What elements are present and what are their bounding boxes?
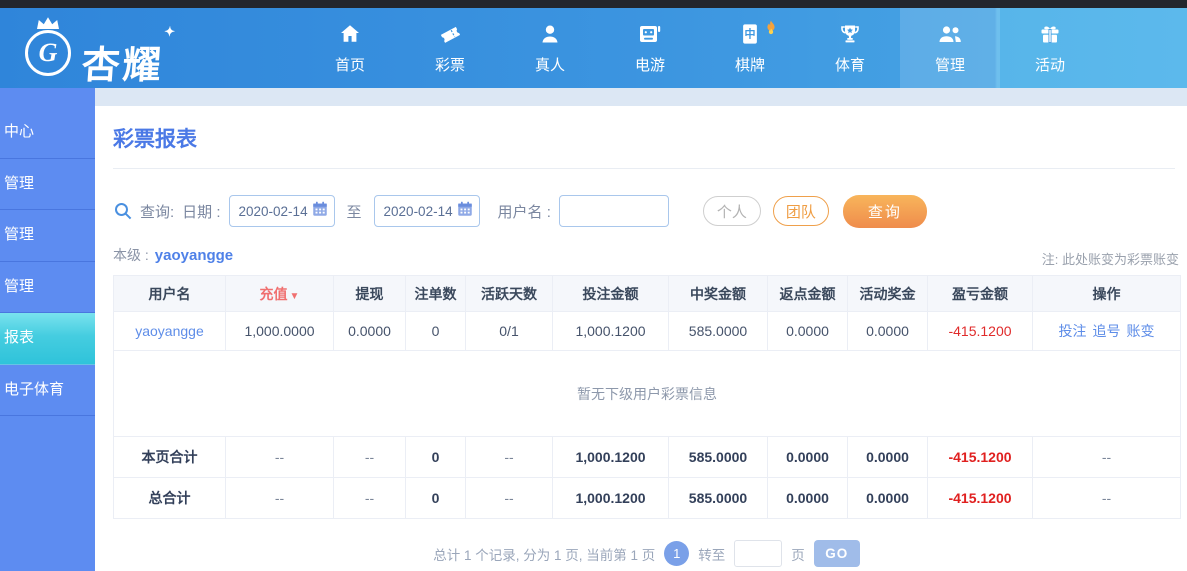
svg-text:中: 中: [745, 27, 756, 41]
team-filter-button[interactable]: 团队: [772, 196, 829, 226]
slot-machine-icon: [637, 21, 663, 47]
col-activity-bonus: 活动奖金: [847, 275, 928, 312]
row-withdraw: 0.0000: [333, 311, 406, 351]
sub-navbar-band: [95, 88, 1187, 106]
date-to-input[interactable]: [383, 203, 456, 219]
page-title: 彩票报表: [113, 128, 197, 151]
report-table: 用户名 充值 ▼ 提现 注单数 活跃天数 投注金额 中奖金额 返点金额 活动奖金 …: [113, 275, 1181, 519]
col-actions: 操作: [1032, 275, 1181, 312]
row-recharge: 1,000.0000: [225, 311, 334, 351]
col-profit: 盈亏金额: [927, 275, 1033, 312]
empty-row: 暂无下级用户彩票信息: [113, 350, 1181, 437]
date-from-input[interactable]: [238, 203, 311, 219]
grand-total-row: 总合计 -- -- 0 -- 1,000.1200 585.0000 0.000…: [113, 477, 1181, 519]
calendar-icon[interactable]: [311, 200, 329, 222]
col-active-days: 活跃天数: [465, 275, 553, 312]
brand-logo[interactable]: G 杏耀: [22, 16, 166, 89]
row-activity-bonus: 0.0000: [847, 311, 928, 351]
col-withdraw: 提现: [333, 275, 406, 312]
brand-emblem: G: [22, 16, 74, 80]
date-to-label: 至: [346, 203, 362, 221]
query-label: 查询:: [140, 203, 175, 221]
row-bet-amount: 1,000.1200: [552, 311, 669, 351]
date-to-field[interactable]: [373, 195, 480, 227]
action-chase-link[interactable]: 追号: [1093, 323, 1121, 339]
page-total-label: 本页合计: [113, 436, 226, 478]
sidebar: 中心 管理 管理 管理 报表 电子体育: [0, 88, 95, 571]
pagination: 总计 1 个记录, 分为 1 页, 当前第 1 页 1 转至 页 GO: [113, 540, 1180, 567]
action-account-change-link[interactable]: 账变: [1127, 323, 1155, 339]
nav-item-manage[interactable]: 管理: [900, 8, 1000, 88]
nav-item-home[interactable]: 首页: [300, 8, 400, 88]
level-label: 本级 :: [113, 247, 149, 263]
personal-filter-button[interactable]: 个人: [702, 196, 761, 226]
brand-monogram: G: [25, 30, 71, 76]
main-content: 彩票报表 查询: 日期 : 至 用户名 : 个人 团队 查询 本级 : yaoy…: [95, 106, 1187, 571]
current-level-row: 本级 : yaoyangge: [113, 245, 233, 265]
top-dark-strip: [0, 0, 1187, 8]
row-profit: -415.1200: [927, 311, 1033, 351]
mahjong-tile-icon: 中: [739, 20, 775, 47]
home-icon: [338, 21, 362, 47]
col-username: 用户名: [113, 275, 226, 312]
page-total-row: 本页合计 -- -- 0 -- 1,000.1200 585.0000 0.00…: [113, 436, 1181, 478]
calendar-icon[interactable]: [456, 200, 474, 222]
flame-hot-icon: [761, 17, 781, 44]
search-icon: [113, 201, 133, 221]
col-bet-amount: 投注金额: [552, 275, 669, 312]
goto-label: 转至: [698, 547, 726, 563]
row-bet-count: 0: [405, 311, 466, 351]
grand-total-label: 总合计: [113, 477, 226, 519]
pagination-summary: 总计 1 个记录, 分为 1 页, 当前第 1 页: [433, 547, 656, 563]
row-rebate: 0.0000: [767, 311, 848, 351]
person-icon: [538, 21, 562, 47]
username-input[interactable]: [558, 195, 669, 227]
username-label: 用户名 :: [497, 203, 551, 221]
query-button[interactable]: 查询: [842, 194, 927, 228]
search-toolbar: 查询: 日期 : 至 用户名 : 个人 团队 查询: [113, 194, 927, 228]
nav-item-activity[interactable]: 活动: [1000, 8, 1100, 88]
ticket-icon: [437, 21, 463, 47]
goto-page-input[interactable]: [734, 540, 783, 567]
empty-message: 暂无下级用户彩票信息: [113, 350, 1181, 437]
nav-item-lottery[interactable]: 彩票: [400, 8, 500, 88]
sidebar-item-report[interactable]: 报表: [0, 313, 95, 365]
sort-desc-icon[interactable]: ▼: [290, 291, 300, 302]
date-label: 日期 :: [182, 203, 221, 221]
row-win-amount: 585.0000: [668, 311, 768, 351]
col-recharge[interactable]: 充值 ▼: [225, 275, 334, 312]
trophy-icon: [838, 21, 862, 47]
nav-item-egames[interactable]: 电游: [600, 8, 700, 88]
nav-item-boardgames[interactable]: 中 棋牌: [700, 8, 800, 88]
col-rebate: 返点金额: [767, 275, 848, 312]
table-row: yaoyangge 1,000.0000 0.0000 0 0/1 1,000.…: [113, 311, 1181, 351]
sidebar-item-manage-1[interactable]: 管理: [0, 159, 95, 210]
brand-name: 杏耀: [80, 34, 166, 89]
gift-icon: [1038, 21, 1062, 47]
row-active-days: 0/1: [465, 311, 553, 351]
sidebar-item-esports[interactable]: 电子体育: [0, 365, 95, 416]
level-username[interactable]: yaoyangge: [155, 247, 233, 264]
row-actions: 投注 追号 账变: [1032, 311, 1181, 351]
nav-item-sports[interactable]: 体育: [800, 8, 900, 88]
nav-item-live[interactable]: 真人: [500, 8, 600, 88]
col-win-amount: 中奖金额: [668, 275, 768, 312]
page-number-button[interactable]: 1: [664, 541, 690, 566]
sidebar-item-manage-2[interactable]: 管理: [0, 210, 95, 262]
action-bet-link[interactable]: 投注: [1059, 323, 1087, 339]
title-divider: [113, 168, 1175, 169]
go-button[interactable]: GO: [813, 540, 860, 567]
account-change-note: 注: 此处账变为彩票账变: [1041, 252, 1179, 267]
sidebar-item-center[interactable]: 中心: [0, 107, 95, 159]
sidebar-item-manage-3[interactable]: 管理: [0, 262, 95, 313]
nav-menu: 首页 彩票 真人 电游 中 棋牌 体育 管理 活动: [300, 8, 1100, 88]
table-header-row: 用户名 充值 ▼ 提现 注单数 活跃天数 投注金额 中奖金额 返点金额 活动奖金 …: [113, 275, 1181, 312]
date-from-field[interactable]: [228, 195, 335, 227]
col-bet-count: 注单数: [405, 275, 466, 312]
users-icon: [937, 21, 963, 47]
page-unit-label: 页: [791, 547, 805, 563]
row-username-link[interactable]: yaoyangge: [135, 323, 204, 339]
top-navbar: G 杏耀 首页 彩票 真人 电游: [0, 8, 1187, 88]
